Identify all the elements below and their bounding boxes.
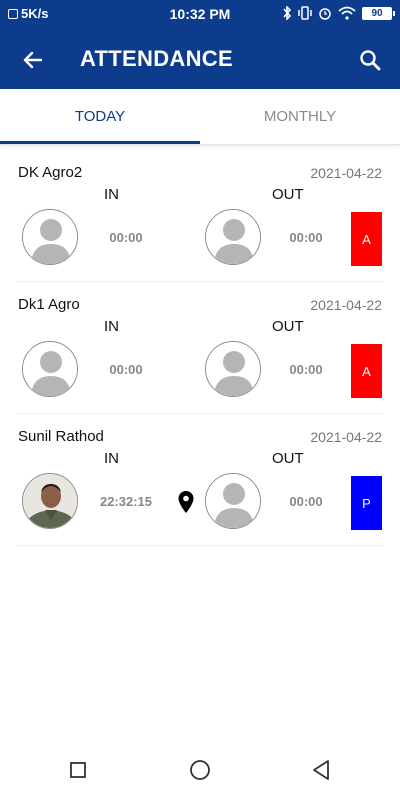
in-time: 22:32:15 <box>99 494 153 509</box>
battery-icon: 90 <box>362 6 395 20</box>
in-photo[interactable] <box>22 209 78 265</box>
tab-today[interactable]: TODAY <box>0 89 200 143</box>
out-label: OUT <box>272 450 304 467</box>
in-photo[interactable] <box>22 473 78 529</box>
vibrate-icon <box>298 6 312 20</box>
bluetooth-icon <box>283 6 292 20</box>
attendance-card[interactable]: DK Agro2 2021-04-22 IN OUT 00:00 00:00 A <box>16 150 384 282</box>
circle-icon <box>190 760 210 780</box>
toolbar: ATTENDANCE <box>0 28 400 89</box>
out-photo[interactable] <box>205 341 261 397</box>
system-nav-bar <box>0 740 400 800</box>
search-icon <box>360 50 381 71</box>
person-placeholder-icon <box>206 342 260 396</box>
attendance-card[interactable]: Dk1 Agro 2021-04-22 IN OUT 00:00 00:00 A <box>16 282 384 414</box>
search-button[interactable] <box>352 42 388 78</box>
employee-name: DK Agro2 <box>18 164 83 181</box>
attendance-date: 2021-04-22 <box>310 165 382 181</box>
in-label: IN <box>104 450 119 467</box>
triangle-back-icon <box>313 760 329 780</box>
tab-monthly[interactable]: MONTHLY <box>200 89 400 143</box>
out-label: OUT <box>272 318 304 335</box>
tab-indicator <box>0 141 200 144</box>
square-icon <box>70 762 86 778</box>
employee-name: Dk1 Agro <box>18 296 80 313</box>
recents-button[interactable] <box>66 758 90 782</box>
out-label: OUT <box>272 186 304 203</box>
status-badge: A <box>351 212 382 266</box>
home-button[interactable] <box>188 758 212 782</box>
location-pin-icon[interactable] <box>177 490 195 514</box>
attendance-card[interactable]: Sunil Rathod 2021-04-22 IN OUT 22:32:15 00:00… <box>16 414 384 546</box>
person-placeholder-icon <box>206 474 260 528</box>
status-badge: P <box>351 476 382 530</box>
in-time: 00:00 <box>109 230 143 245</box>
out-time: 00:00 <box>289 362 323 377</box>
attendance-date: 2021-04-22 <box>310 297 382 313</box>
person-placeholder-icon <box>23 342 77 396</box>
employee-name: Sunil Rathod <box>18 428 104 445</box>
out-photo[interactable] <box>205 209 261 265</box>
status-bar: 5K/s 10:32 PM 90 <box>0 0 400 28</box>
wifi-icon <box>338 6 356 20</box>
in-time: 00:00 <box>109 362 143 377</box>
alarm-icon <box>319 8 331 20</box>
in-label: IN <box>104 186 119 203</box>
in-photo[interactable] <box>22 341 78 397</box>
tab-bar: TODAY MONTHLY <box>0 89 400 145</box>
person-placeholder-icon <box>23 210 77 264</box>
out-photo[interactable] <box>205 473 261 529</box>
person-placeholder-icon <box>206 210 260 264</box>
page-title: ATTENDANCE <box>80 46 233 71</box>
in-label: IN <box>104 318 119 335</box>
arrow-back-icon <box>23 51 42 69</box>
user-photo <box>23 474 77 528</box>
back-button[interactable] <box>14 42 50 78</box>
app-bar: 5K/s 10:32 PM 90 ATTENDANCE <box>0 0 400 89</box>
status-badge: A <box>351 344 382 398</box>
out-time: 00:00 <box>289 494 323 509</box>
back-nav-button[interactable] <box>309 758 333 782</box>
status-icons: 90 <box>282 6 395 20</box>
out-time: 00:00 <box>289 230 323 245</box>
attendance-date: 2021-04-22 <box>310 429 382 445</box>
